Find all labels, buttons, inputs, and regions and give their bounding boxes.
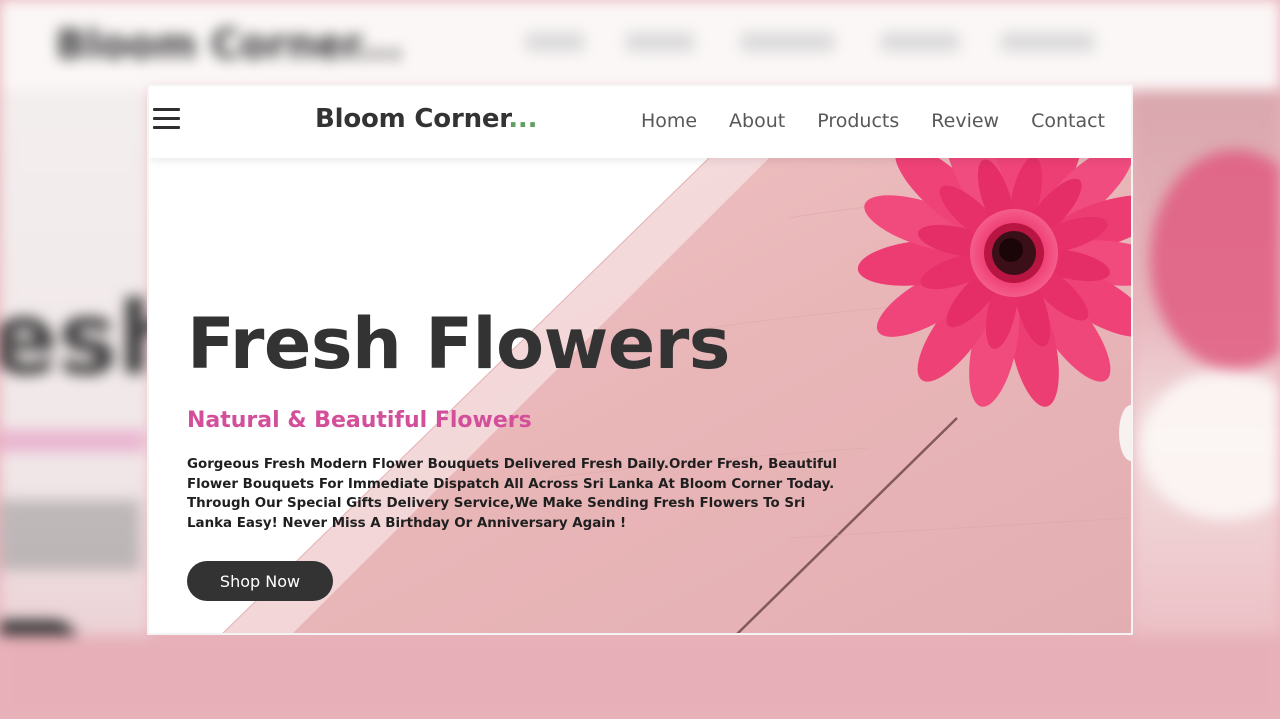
site-header: Bloom Corner... Home About Products Revi… xyxy=(149,86,1131,158)
blurred-nav-item xyxy=(525,32,585,52)
blurred-text xyxy=(0,500,140,570)
nav-products[interactable]: Products xyxy=(817,110,899,132)
brand-dots: ... xyxy=(508,104,538,134)
blurred-bottom xyxy=(0,635,1280,719)
brand-name: Bloom Corner xyxy=(315,104,509,134)
shop-now-button[interactable]: Shop Now xyxy=(187,561,333,601)
blurred-nav-item xyxy=(1000,32,1095,52)
nav-about[interactable]: About xyxy=(729,110,785,132)
brand-logo[interactable]: Bloom Corner... xyxy=(315,104,537,134)
nav-review[interactable]: Review xyxy=(931,110,999,132)
blurred-brand: Bloom Corner... xyxy=(56,22,403,68)
hero-title: Fresh Flowers xyxy=(187,303,730,385)
hero-section: Fresh Flowers Natural & Beautiful Flower… xyxy=(149,158,1131,633)
hero-subtitle: Natural & Beautiful Flowers xyxy=(187,408,532,433)
hamburger-icon[interactable] xyxy=(153,108,181,132)
nav-home[interactable]: Home xyxy=(641,110,697,132)
blurred-subtitle xyxy=(0,430,145,452)
main-nav: Home About Products Review Contact xyxy=(641,110,1105,132)
hero-description: Gorgeous Fresh Modern Flower Bouquets De… xyxy=(187,457,837,532)
blurred-nav-item xyxy=(740,32,835,52)
website-preview: Bloom Corner... Home About Products Revi… xyxy=(147,84,1133,635)
blurred-nav-item xyxy=(880,32,960,52)
blurred-nav-item xyxy=(625,32,695,52)
nav-contact[interactable]: Contact xyxy=(1031,110,1105,132)
